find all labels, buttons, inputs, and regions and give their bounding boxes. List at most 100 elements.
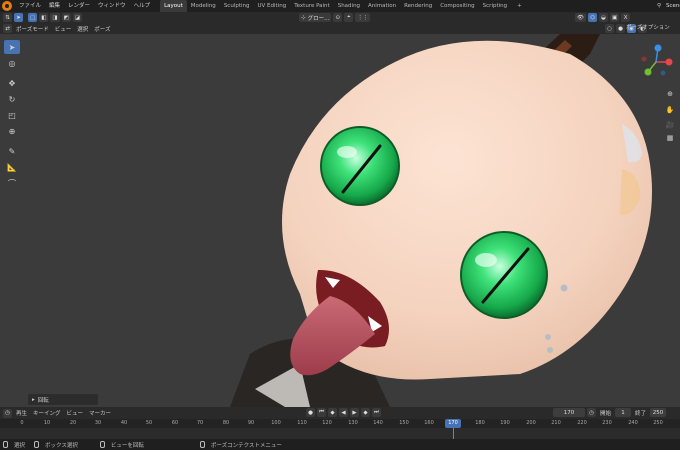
- menu-edit[interactable]: 編集: [45, 0, 64, 12]
- workspace-tabs: Layout Modeling Sculpting UV Editing Tex…: [160, 0, 511, 12]
- play-reverse-icon[interactable]: ◀: [339, 408, 348, 417]
- mouse-left-icon: [3, 441, 8, 448]
- timeline-ruler[interactable]: 0 10 20 30 40 50 60 70 80 90 100 110 120…: [0, 419, 680, 428]
- mode-extend-icon[interactable]: ◧: [39, 13, 49, 22]
- tab-scripting[interactable]: Scripting: [479, 0, 511, 12]
- play-icon[interactable]: ▶: [350, 408, 359, 417]
- tab-shading[interactable]: Shading: [334, 0, 364, 12]
- measure-tool-icon[interactable]: 📐: [4, 160, 20, 174]
- timeline-editor-icon[interactable]: ◷: [3, 408, 12, 418]
- menu-marker[interactable]: マーカー: [86, 409, 114, 417]
- camera-view-icon[interactable]: 🎥: [664, 119, 676, 131]
- menu-window[interactable]: ウィンドウ: [94, 0, 130, 12]
- next-keyframe-icon[interactable]: ◆: [361, 408, 370, 417]
- overlay-toggle-icon[interactable]: ◒: [598, 13, 608, 22]
- tab-animation[interactable]: Animation: [364, 0, 400, 12]
- frame-tick: 110: [297, 420, 307, 426]
- xray-toggle-icon[interactable]: ▣: [609, 13, 620, 22]
- mode-subtract-icon[interactable]: ◨: [50, 13, 60, 22]
- pose-options-dropdown[interactable]: ポーズオプション: [626, 23, 670, 34]
- jump-end-icon[interactable]: ⏭: [372, 408, 381, 417]
- frame-tick: 220: [577, 420, 587, 426]
- scale-tool-icon[interactable]: ◰: [4, 108, 20, 122]
- y-axis-icon[interactable]: [644, 68, 652, 76]
- tab-rendering[interactable]: Rendering: [400, 0, 436, 12]
- timeline-track-area[interactable]: [0, 428, 680, 439]
- menu-pose[interactable]: ポーズ: [91, 25, 113, 33]
- pose-breakdown-tool-icon[interactable]: ⌒: [4, 176, 20, 190]
- close-x-icon[interactable]: X: [621, 13, 631, 22]
- last-operator-label: 回転: [37, 397, 49, 404]
- mode-new-icon[interactable]: ▢: [28, 13, 38, 22]
- pan-hand-icon[interactable]: ✋: [664, 104, 676, 116]
- frame-tick: 140: [373, 420, 383, 426]
- menu-file[interactable]: ファイル: [15, 0, 45, 12]
- navigation-gizmo[interactable]: [636, 42, 676, 82]
- annotate-tool-icon[interactable]: ✎: [4, 144, 20, 158]
- z-axis-icon[interactable]: [654, 44, 662, 52]
- last-operator-panel[interactable]: ▸ 回転: [28, 394, 98, 405]
- status-rotate-view: ビューを回転: [110, 442, 144, 449]
- left-eye-highlight-shape: [337, 146, 357, 158]
- perspective-grid-icon[interactable]: ▦: [664, 132, 676, 144]
- use-preview-range-icon[interactable]: ◷: [587, 408, 596, 417]
- 3d-viewport[interactable]: [0, 34, 680, 407]
- status-context-menu: ポーズコンテクストメニュー: [210, 442, 282, 449]
- end-frame-field[interactable]: 250: [650, 408, 667, 417]
- top-menubar: ファイル 編集 レンダー ウィンドウ ヘルプ Layout Modeling S…: [0, 0, 680, 12]
- menu-select[interactable]: 選択: [74, 25, 91, 33]
- tab-sculpting[interactable]: Sculpting: [220, 0, 254, 12]
- tab-compositing[interactable]: Compositing: [436, 0, 478, 12]
- editor-type-icon[interactable]: ⇄: [3, 24, 12, 33]
- playhead-frame-label[interactable]: 170: [445, 419, 461, 428]
- tab-modeling[interactable]: Modeling: [187, 0, 220, 12]
- status-box-select: ボックス選択: [45, 442, 78, 449]
- gizmo-toggle-icon[interactable]: ⌬: [587, 13, 597, 22]
- select-tweak-icon[interactable]: ➤: [14, 13, 23, 22]
- frame-tick: 240: [628, 420, 638, 426]
- scene-icon[interactable]: ⚲: [657, 0, 661, 12]
- rotate-tool-icon[interactable]: ↻: [4, 92, 20, 106]
- add-workspace-icon[interactable]: +: [517, 3, 522, 9]
- menu-view[interactable]: ビュー: [52, 25, 75, 33]
- tab-texture-paint[interactable]: Texture Paint: [290, 0, 334, 12]
- menu-keying[interactable]: キーイング: [30, 409, 64, 417]
- menu-help[interactable]: ヘルプ: [130, 0, 155, 12]
- mode-intersect-icon[interactable]: ◪: [72, 13, 83, 22]
- snap-target-icon[interactable]: ⋮⋮: [355, 13, 371, 22]
- cursor-tool-icon[interactable]: ◎: [4, 56, 20, 70]
- shading-solid-icon[interactable]: ●: [616, 24, 625, 33]
- neg-z-axis-icon[interactable]: [660, 70, 666, 76]
- transform-orientation-dropdown[interactable]: ⊹ グロー...: [299, 13, 332, 22]
- mode-invert-icon[interactable]: ◩: [61, 13, 71, 22]
- visibility-icon[interactable]: 👁: [575, 13, 586, 22]
- viewport-tool-header: ⇅ ➤ ▢ ◧ ◨ ◩ ◪ ⊹ グロー... ⊙ ⌖ ⋮⋮ 👁 ⌬ ◒ ▣ X: [0, 12, 680, 23]
- frame-tick: 230: [602, 420, 612, 426]
- blender-logo-icon[interactable]: [2, 1, 12, 11]
- shading-wireframe-icon[interactable]: ○: [605, 24, 614, 33]
- x-axis-icon[interactable]: [665, 58, 673, 66]
- frame-tick: 190: [500, 420, 510, 426]
- pivot-point-icon[interactable]: ⊙: [333, 13, 343, 22]
- prev-keyframe-icon[interactable]: ◆: [328, 408, 337, 417]
- move-tool-icon[interactable]: ✥: [4, 76, 20, 90]
- tool-shelf: ➤ ◎ ✥ ↻ ◰ ⊕ ✎ 📐 ⌒: [4, 40, 20, 192]
- select-tool-icon[interactable]: ➤: [4, 40, 20, 54]
- snap-icon[interactable]: ⌖: [344, 13, 354, 22]
- tool-settings-icon[interactable]: ⇅: [3, 13, 12, 22]
- current-frame-field[interactable]: 170: [553, 408, 585, 417]
- frame-tick: 210: [551, 420, 561, 426]
- mode-dropdown[interactable]: ポーズモード: [13, 25, 52, 33]
- menu-timeline-view[interactable]: ビュー: [64, 409, 87, 417]
- tab-layout[interactable]: Layout: [160, 0, 187, 12]
- menu-render[interactable]: レンダー: [64, 0, 94, 12]
- start-frame-field[interactable]: 1: [615, 408, 632, 417]
- neg-x-axis-icon[interactable]: [641, 56, 647, 62]
- tab-uv-editing[interactable]: UV Editing: [254, 0, 291, 12]
- menu-playback[interactable]: 再生: [13, 409, 30, 417]
- record-icon[interactable]: ●: [306, 408, 315, 417]
- zoom-icon[interactable]: ⊕: [664, 88, 676, 100]
- transform-tool-icon[interactable]: ⊕: [4, 124, 20, 138]
- jump-start-icon[interactable]: ⏮: [317, 408, 326, 417]
- scene-name[interactable]: Scene: [666, 0, 680, 12]
